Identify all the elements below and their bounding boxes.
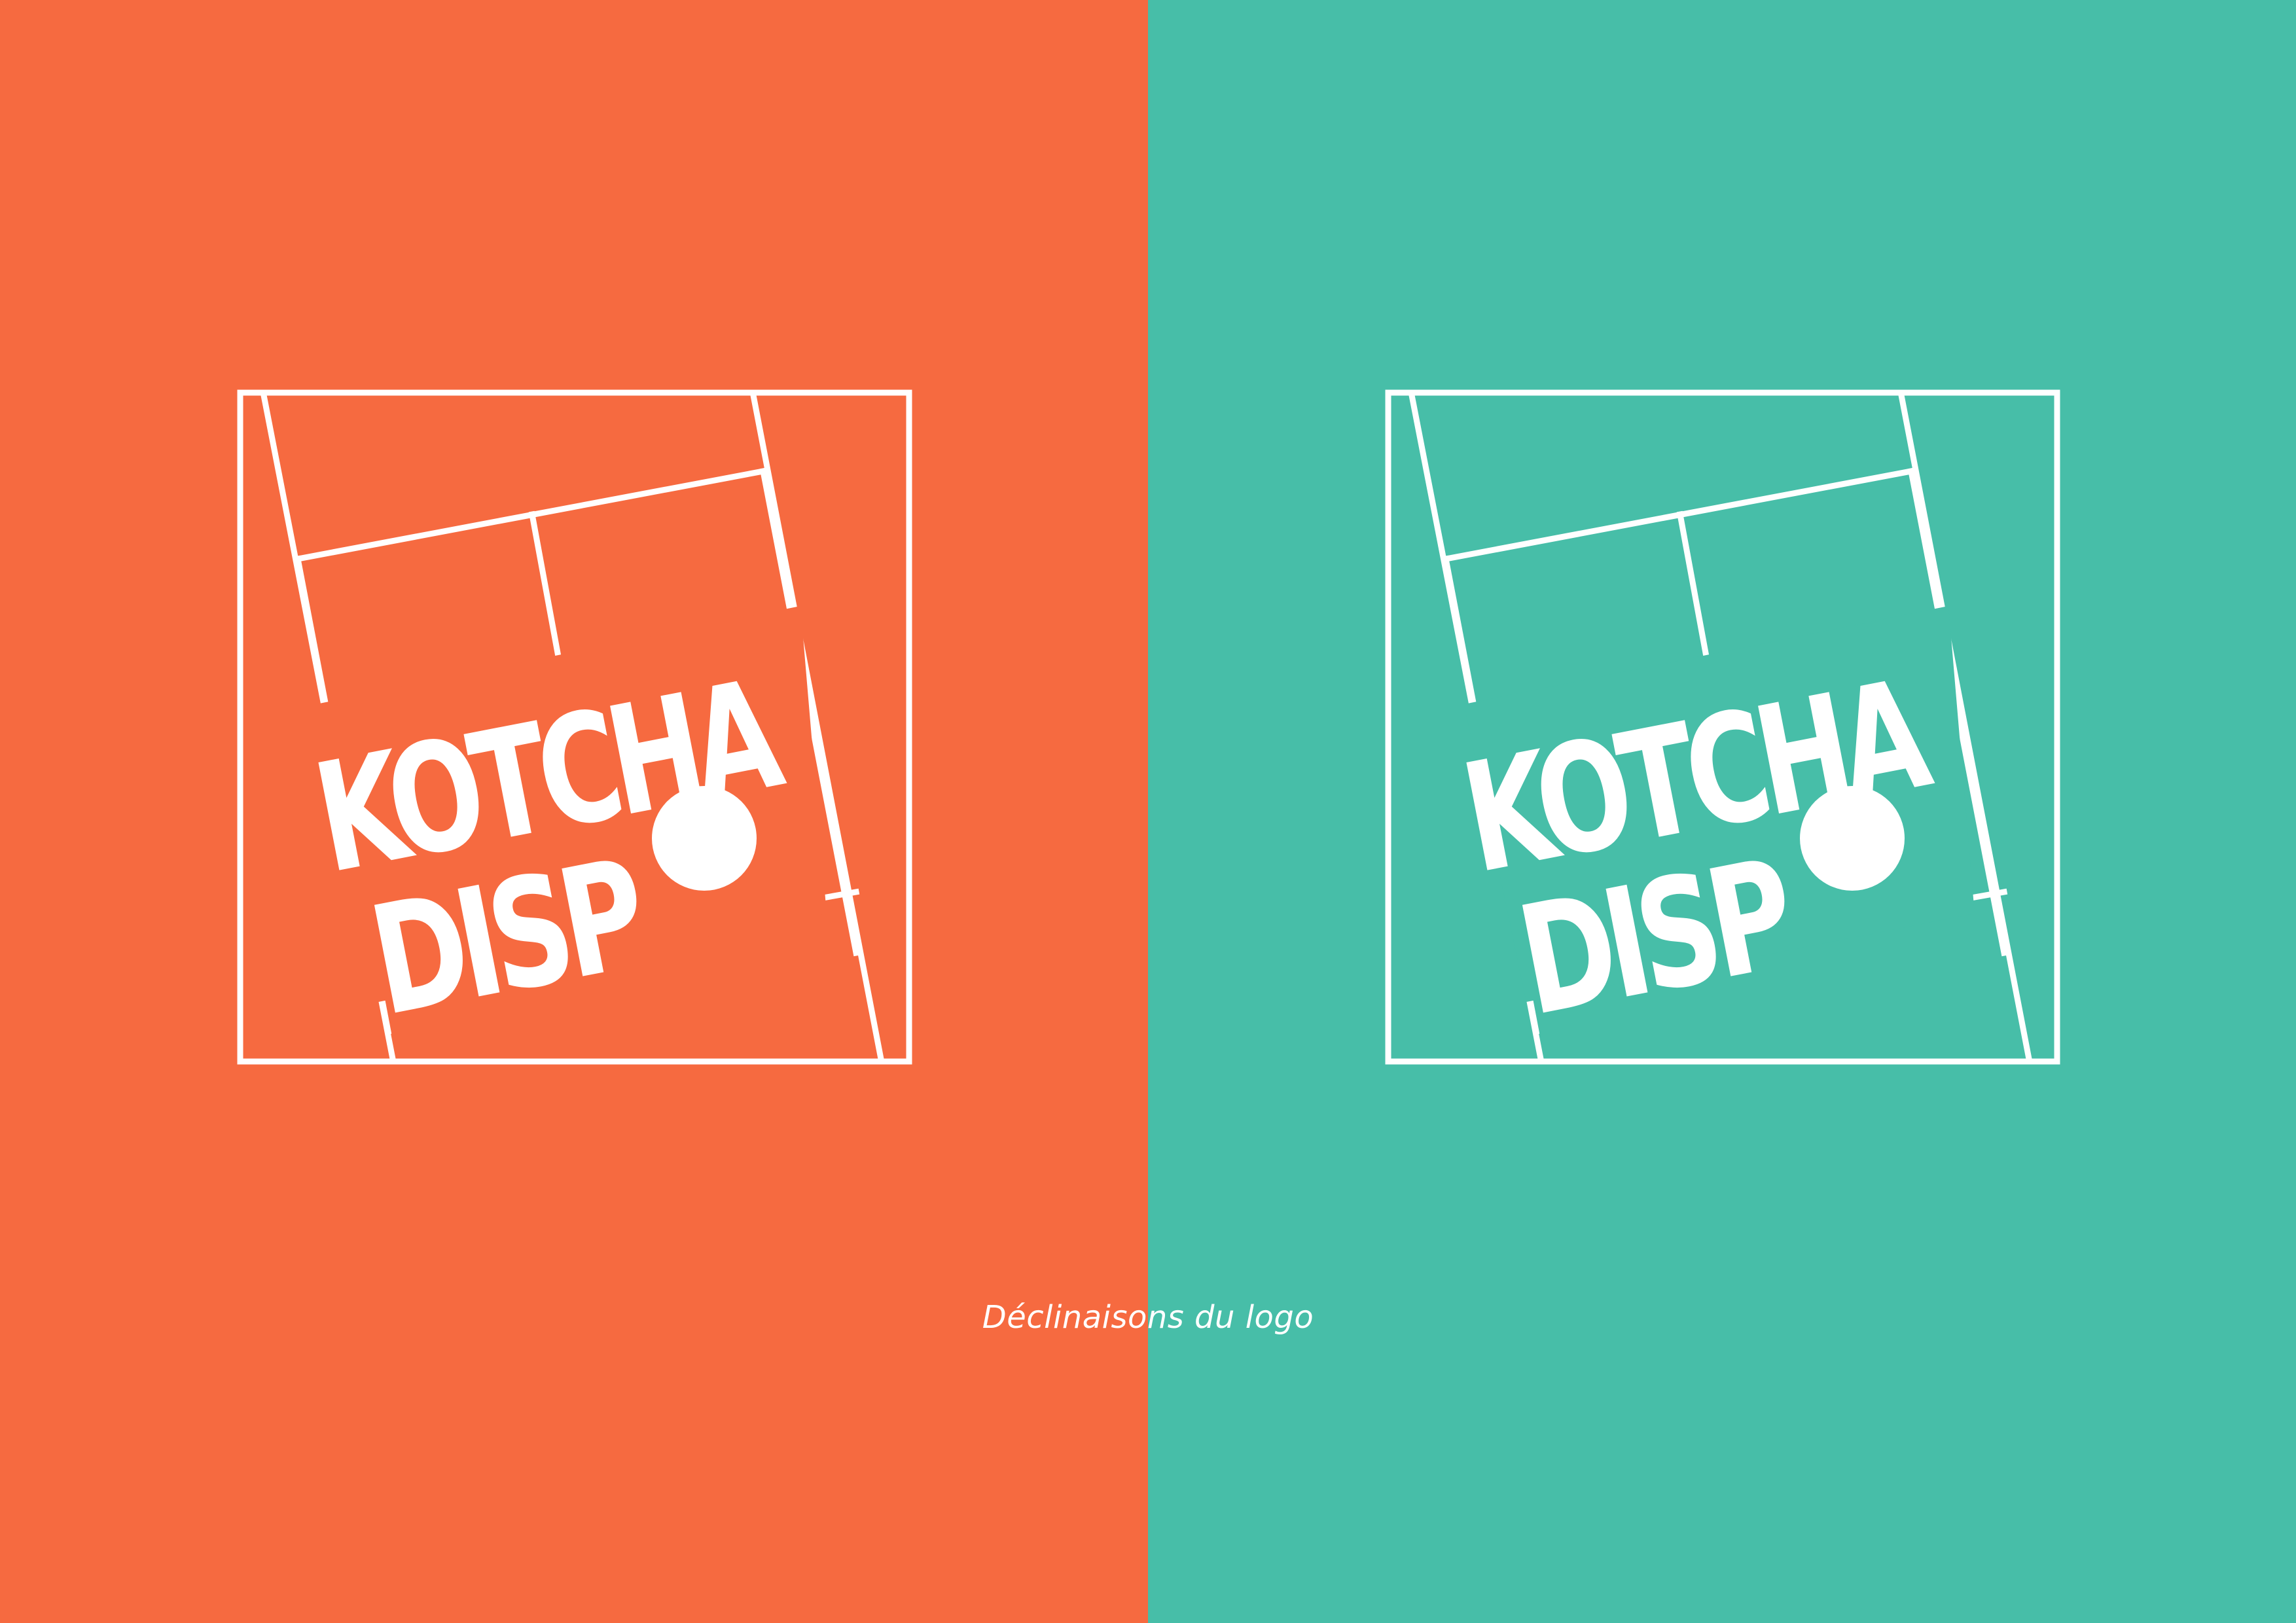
logo-mark: KOTCHADISP [1385, 389, 2060, 1065]
ball-icon [1800, 786, 1905, 891]
ball-icon [652, 786, 757, 891]
caption: Déclinaisons du logo [982, 1299, 1314, 1336]
logo-orange: KOTCHA DISP [237, 389, 912, 1065]
logo-teal: KOTCHA DISP [1385, 389, 2060, 1065]
logo-mark: KOTCHADISP [237, 389, 912, 1065]
